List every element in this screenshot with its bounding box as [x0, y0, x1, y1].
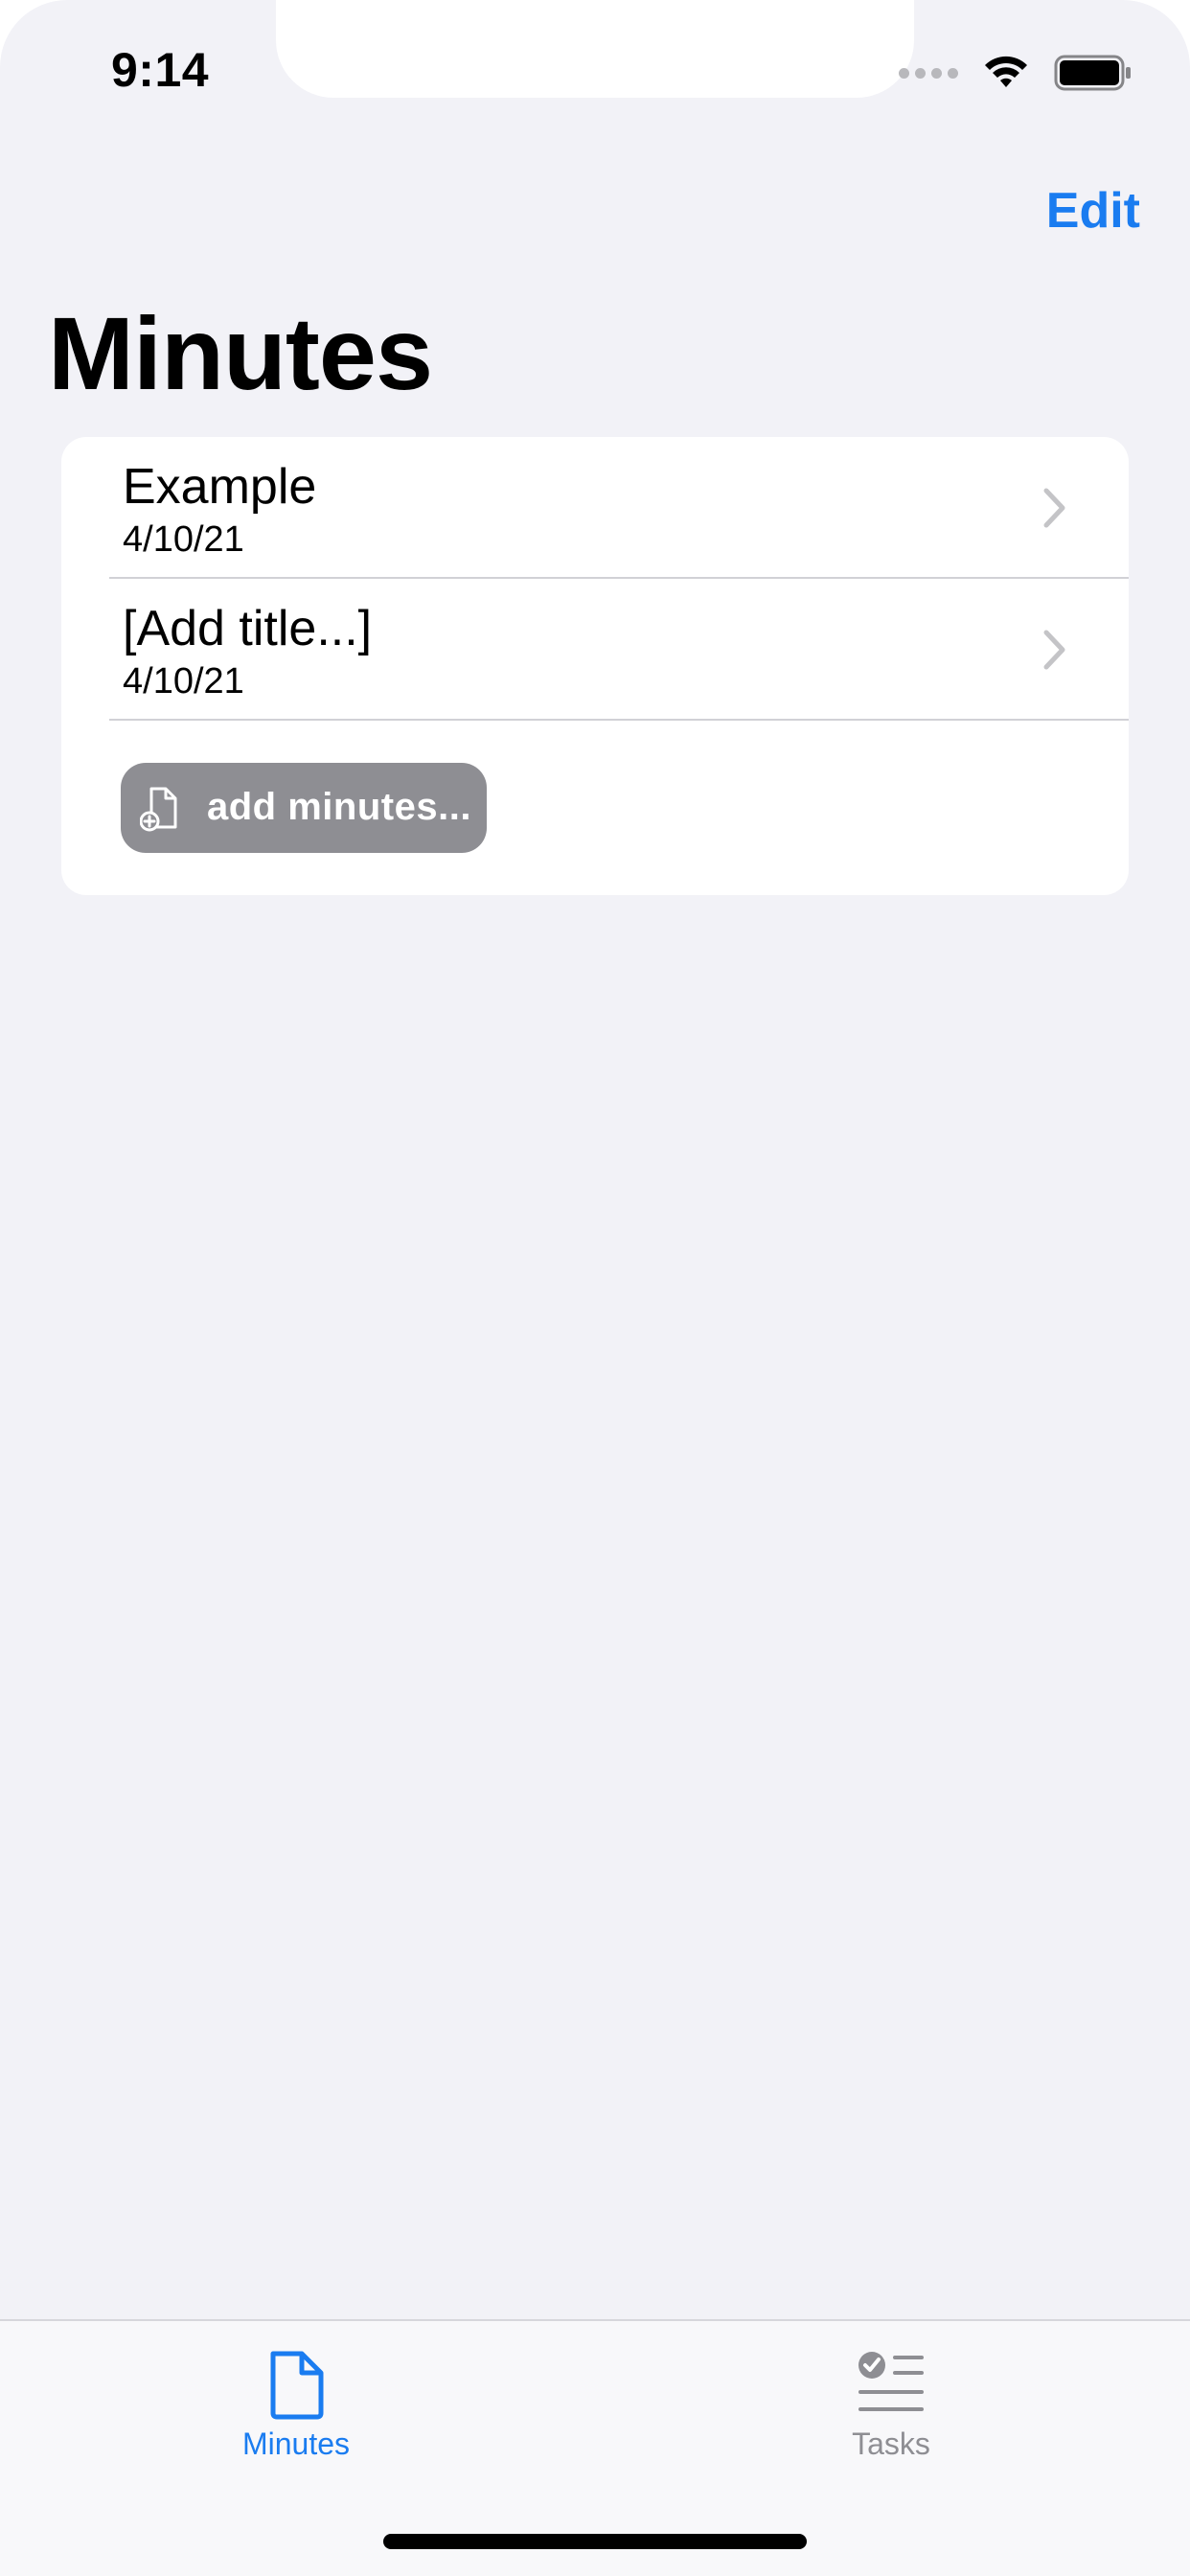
add-minutes-button[interactable]: add minutes...: [121, 763, 487, 853]
tab-minutes[interactable]: Minutes: [152, 2348, 440, 2462]
page-title: Minutes: [48, 295, 433, 411]
document-icon: [270, 2351, 324, 2420]
cellular-signal-icon: [899, 67, 958, 79]
wifi-icon: [985, 56, 1027, 87]
minutes-list: Example 4/10/21 [Add title...] 4/10/21 a…: [61, 437, 1129, 895]
screen-corner: [1056, 0, 1190, 134]
status-time: 9:14: [111, 43, 210, 97]
screen-corner: [0, 0, 134, 134]
list-item[interactable]: [Add title...] 4/10/21: [61, 579, 1129, 721]
list-item-date: 4/10/21: [123, 519, 244, 560]
list-item-title: Example: [123, 459, 317, 515]
tab-label: Minutes: [241, 2426, 351, 2461]
edit-button[interactable]: Edit: [1046, 182, 1140, 240]
app-screen: 9:14 Edit Minutes Example 4/10/21 [Add t…: [0, 0, 1190, 2576]
device-notch: [276, 0, 914, 98]
status-icons: [899, 54, 1133, 92]
list-item-date: 4/10/21: [123, 661, 244, 702]
add-minutes-label: add minutes...: [207, 786, 471, 828]
row-divider: [109, 719, 1129, 721]
tab-label: Tasks: [852, 2426, 930, 2461]
tab-tasks[interactable]: Tasks: [747, 2348, 1035, 2462]
list-item-title: [Add title...]: [123, 601, 373, 656]
checklist-icon: [858, 2352, 924, 2411]
list-item[interactable]: Example 4/10/21: [61, 437, 1129, 579]
battery-icon: [1054, 55, 1131, 91]
home-indicator[interactable]: [383, 2534, 807, 2549]
chevron-right-icon: [1043, 630, 1065, 670]
chevron-right-icon: [1043, 488, 1065, 528]
document-add-icon: [140, 787, 177, 832]
